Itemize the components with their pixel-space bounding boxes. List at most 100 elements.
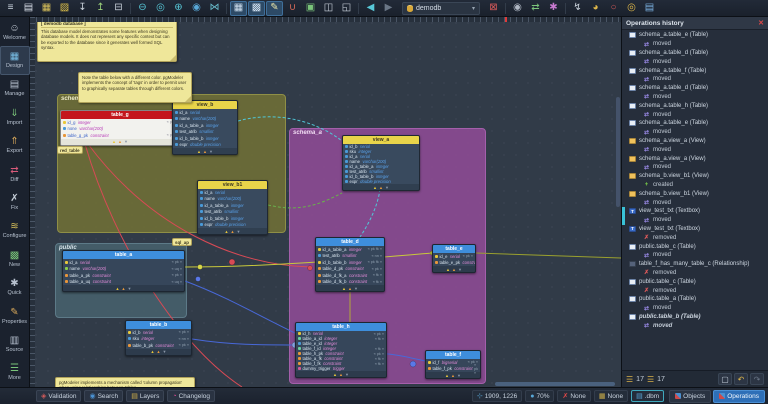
operation-action[interactable]: ✗removed: [622, 269, 768, 278]
validate-operations-button[interactable]: ▢: [718, 373, 732, 385]
operation-item[interactable]: schema_a.table_e (Table): [622, 31, 768, 40]
relation-point-6[interactable]: [198, 265, 203, 270]
sidebar-item-properties[interactable]: ✎Properties: [0, 302, 30, 330]
expand-icon[interactable]: ▲: [445, 373, 449, 378]
table-node-table_b[interactable]: table_bid_bserial« pk »skuinteger« nn »t…: [125, 320, 192, 356]
donate-icon[interactable]: ◕: [587, 1, 604, 16]
sidebar-item-more[interactable]: ☰More: [0, 359, 30, 387]
rel-view_b1-view_a[interactable]: [268, 193, 342, 208]
rel-view_a-table_d[interactable]: [360, 189, 380, 237]
operation-item[interactable]: public.table_c (Table): [622, 242, 768, 251]
expand-icon[interactable]: ▲: [151, 349, 155, 354]
table-node-table_a[interactable]: table_aid_aserial« pk »namevarchar(200)«…: [62, 250, 185, 292]
print-model-icon[interactable]: ⊟: [110, 1, 127, 16]
collapse-icon[interactable]: ▼: [127, 286, 131, 291]
collapse-icon[interactable]: ▼: [124, 139, 128, 144]
model-fix-icon[interactable]: ✱: [545, 1, 562, 16]
tags-note[interactable]: Note the table below with a different co…: [78, 72, 192, 103]
operation-action[interactable]: ⇄moved: [622, 57, 768, 66]
warning-icon[interactable]: ▲: [203, 149, 207, 154]
expand-icon[interactable]: ▲: [446, 267, 450, 272]
snap-grid-icon[interactable]: ▩: [248, 1, 265, 16]
operation-item[interactable]: Tview_test_txt (Textbox): [622, 225, 768, 234]
sidebar-item-diff[interactable]: ⇄Diff: [0, 160, 30, 188]
warning-icon[interactable]: ▲: [348, 286, 352, 291]
plugins-icon[interactable]: ↯: [569, 1, 586, 16]
find-object-icon[interactable]: ◉: [509, 1, 526, 16]
zoom-out-icon[interactable]: ⊖: [134, 1, 151, 16]
column-row[interactable]: table_e_pkconstraint« pk »: [433, 260, 475, 267]
sidebar-item-import[interactable]: ⇓Import: [0, 103, 30, 131]
view-node-view_a[interactable]: view_aid_bserialskuintegerid_aserialname…: [342, 135, 420, 191]
operation-item[interactable]: schema_b.view_b1 (View): [622, 172, 768, 181]
file-type-badge[interactable]: ▤ .dbm: [631, 390, 664, 402]
redo-nav-icon[interactable]: ▶: [380, 1, 397, 16]
sidebar-item-design[interactable]: ▦Design: [0, 46, 30, 74]
expand-icon[interactable]: ▲: [112, 139, 116, 144]
operation-item[interactable]: public.table_c (Table): [622, 277, 768, 286]
warning-icon[interactable]: ▲: [157, 349, 161, 354]
collapse-icon[interactable]: ▼: [457, 373, 461, 378]
view-node-view_b[interactable]: view_bid_aserialnamevarchar(200)id_a_tab…: [172, 100, 238, 155]
export-image-icon[interactable]: ▣: [302, 1, 319, 16]
operation-action[interactable]: ⇄moved: [622, 75, 768, 84]
rel-table_b-table_h[interactable]: [192, 339, 295, 345]
operation-action[interactable]: ⇄moved: [622, 321, 768, 330]
operation-action[interactable]: ✗removed: [622, 233, 768, 242]
redo-button[interactable]: ↷: [750, 373, 764, 385]
canvas-vscrollbar-thumb[interactable]: [616, 97, 620, 207]
collapse-icon[interactable]: ▼: [385, 185, 389, 190]
view-node-view_b1[interactable]: view_b1id_aserialnamevarchar(200)id_a_ta…: [197, 180, 268, 235]
undo-nav-icon[interactable]: ◀: [362, 1, 379, 16]
import-model-icon[interactable]: ↧: [74, 1, 91, 16]
arrange-objects-icon[interactable]: ◫: [320, 1, 337, 16]
collapse-icon[interactable]: ▼: [236, 229, 240, 234]
operation-action[interactable]: ⇄moved: [622, 304, 768, 313]
model-selector[interactable]: demodb ▾: [402, 2, 480, 15]
warning-icon[interactable]: ▲: [339, 372, 343, 377]
relation-point-0[interactable]: [229, 259, 235, 265]
rel-table_e-right[interactable]: [476, 253, 621, 258]
warning-icon[interactable]: ▲: [122, 286, 126, 291]
tab-objects[interactable]: Objects: [669, 390, 711, 403]
sidebar-item-new[interactable]: ▩New: [0, 245, 30, 273]
rel-view_b-view_a[interactable]: [238, 117, 342, 141]
operation-item[interactable]: schema_a.table_d (Table): [622, 49, 768, 58]
operation-action[interactable]: ⇄moved: [622, 93, 768, 102]
validation-button[interactable]: ◈Validation: [36, 390, 81, 402]
collapse-icon[interactable]: ▼: [458, 267, 462, 272]
operation-item[interactable]: schema_a.table_d (Table): [622, 84, 768, 93]
relation-point-1[interactable]: [308, 266, 313, 271]
warning-icon[interactable]: ▲: [451, 373, 455, 378]
operation-action[interactable]: ⇄moved: [622, 145, 768, 154]
collapse-icon[interactable]: ▼: [345, 372, 349, 377]
close-model-icon[interactable]: ⊠: [485, 1, 502, 16]
operation-item[interactable]: schema_a.table_e (Table): [622, 119, 768, 128]
operation-item[interactable]: Tview_test_txt (Textbox): [622, 207, 768, 216]
sidebar-item-manage[interactable]: ▤Manage: [0, 75, 30, 103]
operation-item[interactable]: public.table_b (Table): [622, 313, 768, 322]
canvas-hscrollbar-thumb[interactable]: [495, 382, 615, 386]
operation-action[interactable]: ⇄moved: [622, 163, 768, 172]
expand-icon[interactable]: ▲: [342, 286, 346, 291]
sidebar-item-fix[interactable]: ✗Fix: [0, 188, 30, 216]
warning-icon[interactable]: ▲: [118, 139, 122, 144]
operation-action[interactable]: ✗removed: [622, 286, 768, 295]
operation-item[interactable]: schema_a.view_a (View): [622, 137, 768, 146]
main-menu-icon[interactable]: ≡: [2, 1, 19, 16]
rel-table_a-table_e[interactable]: [185, 253, 432, 267]
expand-icon[interactable]: ▲: [116, 286, 120, 291]
model-canvas[interactable]: schema_bpublicschema_atable_gid_ginteger…: [30, 17, 621, 387]
open-model-icon[interactable]: ▨: [56, 1, 73, 16]
search-button[interactable]: ◉Search: [84, 390, 123, 402]
export-model-icon[interactable]: ↥: [92, 1, 109, 16]
operation-action[interactable]: ⇄moved: [622, 40, 768, 49]
compare-icon[interactable]: ⋈: [206, 1, 223, 16]
warning-icon[interactable]: ▲: [231, 229, 235, 234]
expand-icon[interactable]: ▲: [333, 372, 337, 377]
operation-item[interactable]: schema_a.table_h (Table): [622, 101, 768, 110]
operation-action[interactable]: ⇄moved: [622, 216, 768, 225]
operation-action[interactable]: ⇄moved: [622, 198, 768, 207]
expand-icon[interactable]: ▲: [225, 229, 229, 234]
warning-icon[interactable]: ▲: [379, 185, 383, 190]
